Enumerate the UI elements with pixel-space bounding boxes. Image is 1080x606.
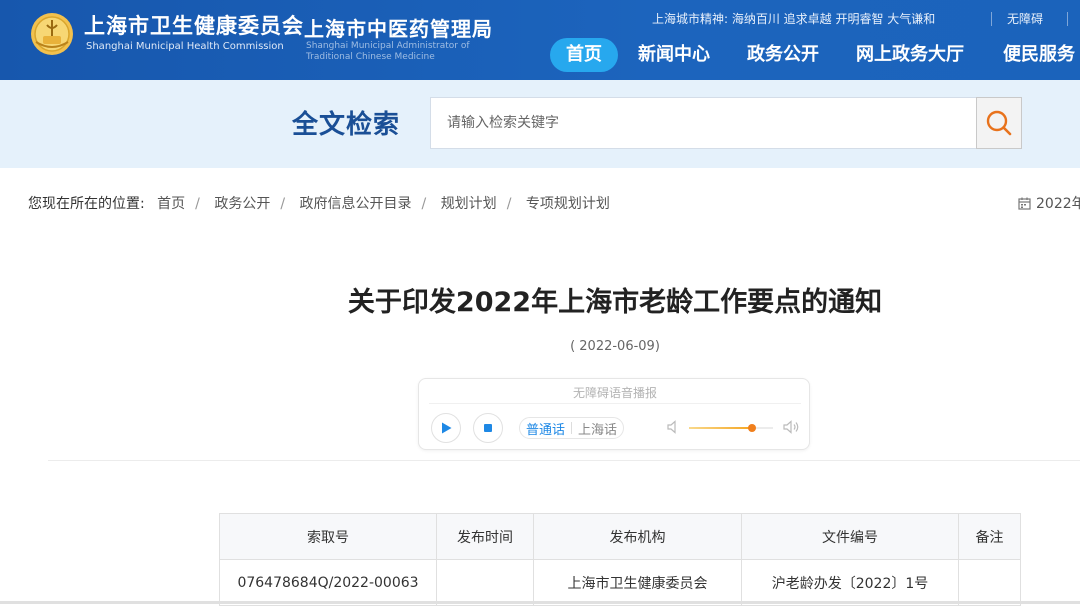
search-icon [986,110,1012,136]
play-button[interactable] [431,413,461,443]
cell-publisher: 上海市卫生健康委员会 [533,559,742,606]
col-header-publish-time: 发布时间 [436,513,534,560]
volume-high-icon[interactable] [783,420,801,434]
tcm-bureau-name-cn: 上海市中医药管理局 [304,17,493,41]
breadcrumb-item-special-plans[interactable]: 专项规划计划 [526,196,610,212]
breadcrumb-separator: / [421,196,427,212]
publish-date-text: 2022年 [1036,196,1080,212]
table-row: 076478684Q/2022-00063 上海市卫生健康委员会 沪老龄办发〔2… [219,559,1021,606]
header-divider [991,12,992,26]
search-title: 全文检索 [292,110,401,140]
col-header-publisher: 发布机构 [533,513,742,560]
cell-document-number: 沪老龄办发〔2022〕1号 [741,559,959,606]
col-header-index-number: 索取号 [219,513,437,560]
accessibility-link[interactable]: 无障碍 [1007,10,1043,27]
cell-remarks [958,559,1021,606]
nav-online-services-hall[interactable]: 网上政务大厅 [856,38,964,72]
content-divider [48,460,1080,461]
audio-player-divider [429,403,801,404]
col-header-document-number: 文件编号 [741,513,959,560]
stop-icon [484,424,492,432]
shanghai-health-emblem-icon[interactable] [30,12,74,56]
breadcrumb-separator: / [506,196,512,212]
search-button[interactable] [976,97,1022,149]
nav-public-services[interactable]: 便民服务 [1003,38,1075,72]
header-divider [1067,12,1068,26]
cell-index-number: 076478684Q/2022-00063 [219,559,437,606]
site-header: 上海市卫生健康委员会 Shanghai Municipal Health Com… [0,0,1080,80]
tcm-bureau-name-en: Shanghai Municipal Administrator of Trad… [306,41,470,62]
language-switch: 普通话 上海话 [519,417,625,439]
breadcrumb-lead: 您现在所在的位置: [28,196,145,212]
table-header-row: 索取号 发布时间 发布机构 文件编号 备注 [219,513,1021,560]
nav-news-center[interactable]: 新闻中心 [638,38,710,72]
lang-mandarin-option[interactable]: 普通话 [520,419,571,438]
stop-button[interactable] [473,413,503,443]
audio-player: 无障碍语音播报 普通话 上海话 [418,378,810,450]
publish-date-short: 2022年 [1018,193,1080,213]
org-name-en: Shanghai Municipal Health Commission [86,41,284,52]
volume-slider[interactable] [689,424,773,432]
calendar-icon [1018,197,1031,210]
col-header-remarks: 备注 [958,513,1021,560]
play-icon [442,422,452,434]
breadcrumb-item-government-affairs[interactable]: 政务公开 [214,196,270,212]
document-info-table: 索取号 发布时间 发布机构 文件编号 备注 076478684Q/2022-00… [219,513,1021,606]
breadcrumb-item-plans[interactable]: 规划计划 [441,196,497,212]
volume-slider-knob[interactable] [748,424,756,432]
org-name-cn: 上海市卫生健康委员会 [84,14,304,38]
nav-home[interactable]: 首页 [550,38,618,72]
breadcrumb-separator: / [280,196,286,212]
breadcrumb: 您现在所在的位置: 首页 / 政务公开 / 政府信息公开目录 / 规划计划 / 专项规划… [28,193,610,213]
volume-slider-fill [689,427,752,429]
breadcrumb-item-home[interactable]: 首页 [157,196,185,212]
article-title: 关于印发2022年上海市老龄工作要点的通知 [347,287,883,318]
city-spirit-text: 上海城市精神: 海纳百川 追求卓越 开明睿智 大气谦和 [652,12,936,26]
cell-publish-time [436,559,534,606]
volume-low-icon[interactable] [667,420,679,434]
search-input[interactable] [430,97,976,149]
lang-shanghainese-option[interactable]: 上海话 [572,419,623,438]
breadcrumb-separator: / [195,196,200,212]
article-date: ( 2022-06-09) [570,339,660,354]
nav-government-affairs[interactable]: 政务公开 [747,38,819,72]
breadcrumb-item-info-directory[interactable]: 政府信息公开目录 [300,196,412,212]
audio-player-label: 无障碍语音播报 [572,386,657,400]
